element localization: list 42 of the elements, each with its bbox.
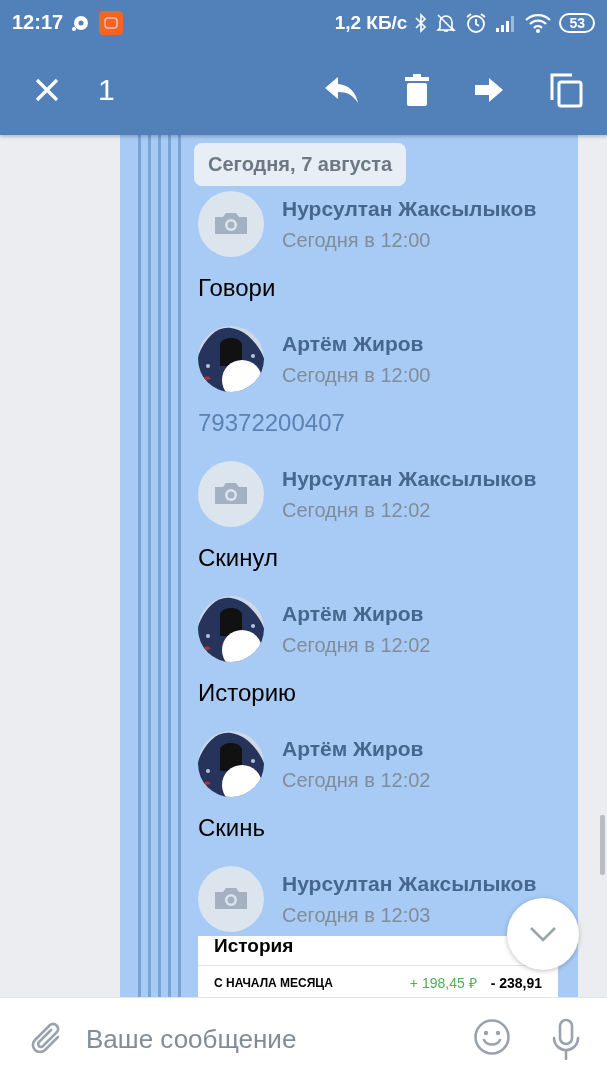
alarm-icon	[465, 11, 488, 34]
battery-indicator: 53	[559, 12, 595, 33]
author-name[interactable]: Нурсултан Жаксылыков	[282, 871, 537, 896]
message-text: Говори	[198, 274, 276, 301]
camera-avatar-icon	[198, 866, 264, 932]
expense-amount: - 238,91	[490, 974, 542, 992]
message-time: Сегодня в 12:02	[282, 768, 431, 792]
forward-button[interactable]	[475, 77, 503, 103]
period-label: С НАЧАЛА МЕСЯЦА	[214, 975, 333, 992]
author-name[interactable]: Нурсултан Жаксылыков	[282, 196, 537, 221]
message-time: Сегодня в 12:00	[282, 228, 432, 252]
message-time: Сегодня в 12:02	[282, 498, 432, 522]
bell-off-icon	[435, 11, 458, 34]
scrollbar	[600, 815, 605, 875]
clock: 12:17	[12, 11, 64, 34]
app-icon	[99, 10, 124, 35]
phone-link[interactable]: 79372200407	[198, 409, 345, 436]
selected-count: 1	[98, 73, 115, 107]
chevron-down-icon	[529, 926, 557, 942]
screenshot-attachment[interactable]: История С НАЧАЛА МЕСЯЦА + 198,45 ₽ - 238,91	[198, 936, 558, 997]
message-text: Скинь	[198, 814, 265, 841]
network-speed: 1,2 КБ/с	[334, 11, 408, 34]
copy-button[interactable]	[549, 72, 583, 108]
delete-button[interactable]	[405, 74, 429, 106]
bluetooth-icon	[415, 11, 428, 34]
wifi-icon	[525, 12, 552, 33]
author-name[interactable]: Артём Жиров	[282, 331, 431, 356]
message-time: Сегодня в 12:03	[282, 903, 432, 927]
message-text: Историю	[198, 679, 297, 706]
screenshot-title: История	[214, 935, 294, 956]
camera-avatar-icon	[198, 461, 264, 527]
message-text: Скинул	[198, 544, 278, 571]
author-name[interactable]: Нурсултан Жаксылыков	[282, 466, 537, 491]
income-amount: + 198,45 ₽	[409, 974, 477, 992]
camera-avatar-icon	[198, 191, 264, 257]
author-name[interactable]: Артём Жиров	[282, 601, 431, 626]
message-time: Сегодня в 12:00	[282, 363, 431, 387]
reply-button[interactable]	[324, 75, 359, 105]
message-time: Сегодня в 12:02	[282, 633, 431, 657]
date-chip: Сегодня, 7 августа	[194, 143, 407, 186]
microphone-button[interactable]	[551, 1018, 581, 1060]
author-name[interactable]: Артём Жиров	[282, 736, 431, 761]
